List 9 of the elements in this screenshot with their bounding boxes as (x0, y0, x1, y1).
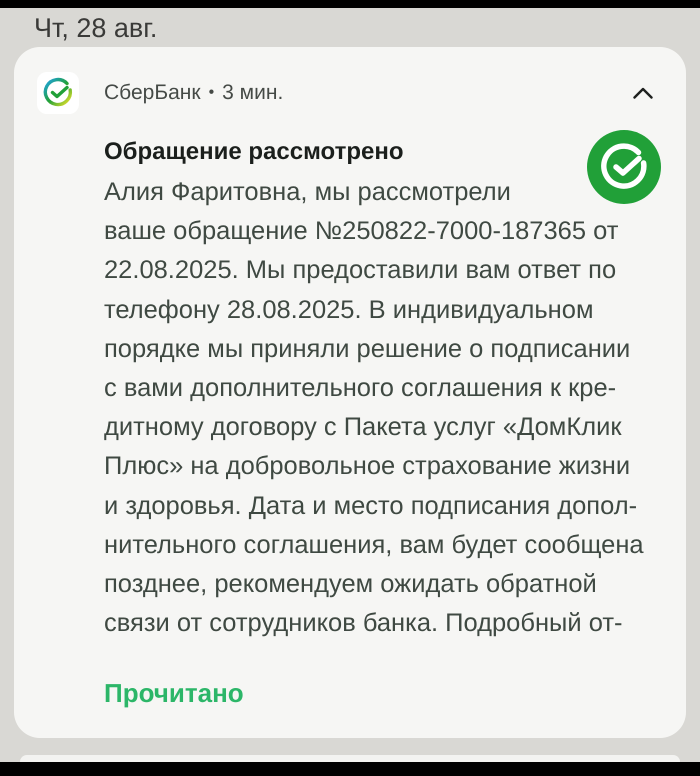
separator: • (208, 83, 214, 103)
date-header: Чт, 28 авг. (34, 12, 158, 42)
notification-title: Обращение рассмотрено (104, 137, 404, 167)
mark-read-button[interactable]: Прочитано (100, 677, 248, 710)
timestamp: 3 мин. (222, 80, 284, 106)
check-circle-icon (587, 130, 661, 204)
app-icon (37, 72, 79, 114)
app-name: СберБанк (104, 80, 201, 106)
message-text: Алия Фаритовна, мы рассмотрели ваше обращение №250822-7000-187365 от 22.08.2025. Мы предоставили вам ответ по телефону 28.08.2025. В индивидуальном порядке мы приняли решение о подписании с вами дополнительного соглашения к кре- дитному договору с Пакета услуг «ДомКлик Плюс» на добровольное страхование жизни и здоровья. Дата и место подписания допол- нительного соглашения, вам будет сообщена позднее, рекомендуем ожидать обратной связи от сотрудников банка. Подробный от- (104, 177, 644, 640)
